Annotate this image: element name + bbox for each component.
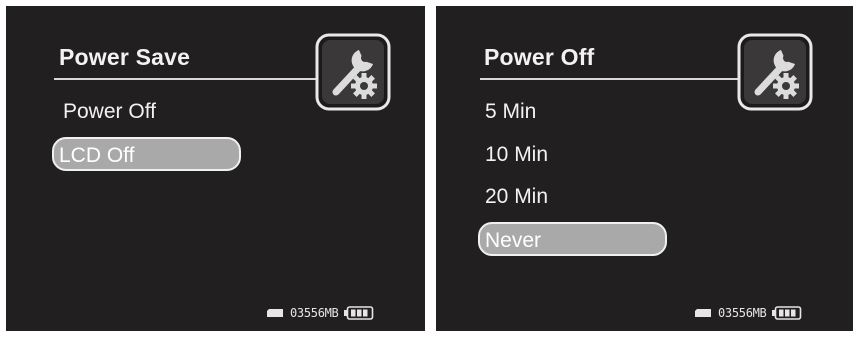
memory-readout: 03556MB [290, 306, 339, 320]
menu-item-lcd-off[interactable]: LCD Off [52, 137, 241, 171]
status-bar: 03556MB [266, 306, 374, 320]
title-divider [480, 78, 742, 80]
power-off-screen: Power Off 5 Min 10 Min 20 Min Never 0355… [436, 6, 853, 331]
menu-item-20-min[interactable]: 20 Min [485, 180, 548, 214]
menu-item-10-min[interactable]: 10 Min [485, 138, 548, 172]
status-bar: 03556MB [694, 306, 802, 320]
menu-item-power-off[interactable]: Power Off [63, 95, 156, 129]
menu-item-5-min[interactable]: 5 Min [485, 95, 536, 129]
power-save-screen: Power Save Power Off LCD Off 03556MB [6, 6, 425, 331]
memory-readout: 03556MB [718, 306, 767, 320]
memory-card-icon [267, 309, 283, 317]
screen-title: Power Save [59, 44, 191, 70]
menu-item-never[interactable]: Never [478, 222, 667, 256]
title-divider [54, 78, 316, 80]
wrench-gear-icon [737, 33, 813, 111]
memory-card-icon [695, 309, 711, 317]
screen-title: Power Off [484, 44, 595, 70]
wrench-gear-icon [315, 33, 391, 111]
battery-icon [772, 306, 802, 320]
battery-icon [344, 306, 374, 320]
